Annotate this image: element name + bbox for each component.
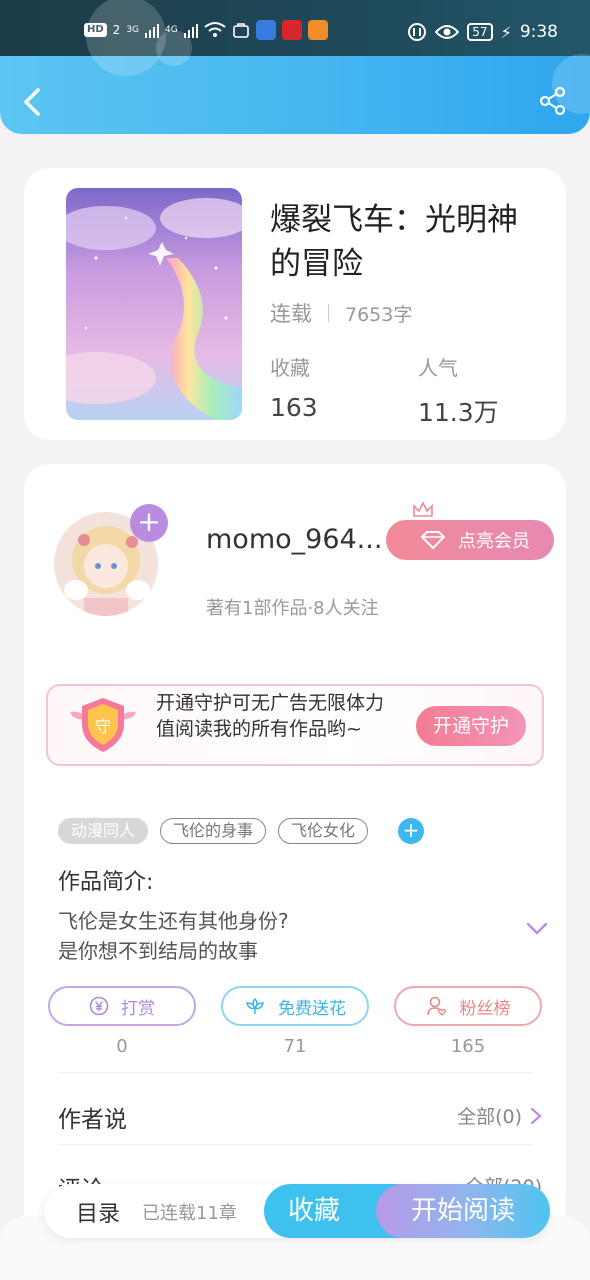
intro-line: 是你想不到结局的故事 <box>58 939 258 963</box>
reward-label: 打赏 <box>121 998 155 1019</box>
table-of-contents-button[interactable]: 目录 <box>76 1196 120 1228</box>
favorites-label: 收藏 <box>270 356 310 380</box>
yen-icon <box>89 996 109 1016</box>
author-card: + momo_964... 点亮会员 著有1部作品·8人关注 守 开通守护可无广… <box>24 464 566 1280</box>
guard-icon-label: 守 <box>95 717 111 736</box>
bottom-action-bar: 目录 已连载11章 收藏 开始阅读 <box>44 1184 550 1238</box>
follow-button[interactable]: + <box>130 504 168 542</box>
reward-action: 打赏 0 <box>48 986 196 1057</box>
send-flower-button[interactable]: 免费送花 <box>221 986 369 1026</box>
author-says-all-label: 全部(0) <box>457 1106 522 1128</box>
shield-icon: 守 <box>70 698 136 752</box>
clock: 9:38 <box>519 22 558 42</box>
add-tag-button[interactable]: + <box>398 818 425 844</box>
fans-count: 165 <box>450 1036 486 1057</box>
meta-divider <box>328 304 329 322</box>
share-icon <box>539 86 566 116</box>
guard-description: 开通守护可无广告无限体力值阅读我的所有作品哟~ <box>156 692 385 740</box>
intro-line: 飞伦是女生还有其他身份? <box>58 909 289 933</box>
intro-text: 飞伦是女生还有其他身份? 是你想不到结局的故事 <box>58 906 289 966</box>
author-says-all-link[interactable]: 全部(0) <box>457 1102 542 1129</box>
book-title: 爆裂飞车：光明神的冒险 <box>270 202 518 282</box>
word-count: 7653字 <box>345 303 413 326</box>
flower-label: 免费送花 <box>278 998 346 1019</box>
fans-label: 粉丝榜 <box>459 998 511 1019</box>
eye-icon <box>435 25 460 39</box>
music-app-icon <box>255 20 276 40</box>
diamond-icon <box>420 531 446 550</box>
chevron-down-icon[interactable] <box>526 922 548 936</box>
share-button[interactable] <box>538 86 568 116</box>
decor-bubble <box>86 0 166 76</box>
action-row: 打赏 0 免费送花 71 粉丝榜 165 <box>48 986 542 1057</box>
author-name[interactable]: momo_964... <box>206 524 396 555</box>
tag-item[interactable]: 动漫同人 <box>58 818 149 844</box>
guard-banner: 守 开通守护可无广告无限体力值阅读我的所有作品哟~ 开通守护 <box>46 684 544 766</box>
user-heart-icon <box>426 996 446 1016</box>
reward-button[interactable]: 打赏 <box>48 986 196 1026</box>
flower-icon <box>246 997 264 1014</box>
status-right: 57 ⚡ 9:38 <box>407 22 558 42</box>
tag-item[interactable]: 飞伦女化 <box>278 818 369 844</box>
fans-ranking-button[interactable]: 粉丝榜 <box>394 986 542 1026</box>
open-guard-button[interactable]: 开通守护 <box>416 706 526 746</box>
tag-item[interactable]: 飞伦的身事 <box>160 818 267 844</box>
intro-title: 作品简介: <box>58 870 154 895</box>
bag-icon <box>232 23 249 38</box>
popularity-label: 人气 <box>418 356 458 380</box>
popularity-stat: 人气 11.3万 <box>418 352 499 429</box>
decor-bubble <box>156 30 192 66</box>
wifi-icon <box>204 22 226 37</box>
flower-action: 免费送花 71 <box>221 986 369 1057</box>
book-status: 连载 <box>270 302 312 326</box>
author-subtitle: 著有1部作品·8人关注 <box>206 598 379 619</box>
book-meta: 连载 7653字 <box>270 298 412 328</box>
flower-count: 71 <box>283 1036 307 1057</box>
nfc-icon <box>408 23 427 41</box>
battery-indicator: 57 <box>467 23 493 41</box>
video-app-icon <box>307 20 328 40</box>
tag-list: 动漫同人 飞伦的身事 飞伦女化 + <box>58 818 425 844</box>
favorites-value: 163 <box>270 393 318 422</box>
reward-count: 0 <box>116 1036 128 1057</box>
back-button[interactable] <box>18 84 48 120</box>
vip-button[interactable]: 点亮会员 <box>386 520 554 560</box>
chevron-left-icon <box>24 88 40 116</box>
chevron-right-icon <box>530 1107 542 1124</box>
vip-button-label: 点亮会员 <box>458 531 530 552</box>
fans-action: 粉丝榜 165 <box>394 986 542 1057</box>
header-band: HD 2 3G 4G 57 ⚡ 9:38 <box>0 0 590 134</box>
charging-icon: ⚡ <box>500 22 512 42</box>
chapter-count: 已连载11章 <box>142 1203 237 1224</box>
book-info-card: 爆裂飞车：光明神的冒险 连载 7653字 收藏 163 人气 11.3万 <box>24 168 566 440</box>
book-cover-image[interactable] <box>66 188 242 420</box>
divider <box>58 1072 534 1073</box>
news-app-icon <box>281 20 302 40</box>
start-reading-button[interactable]: 开始阅读 <box>376 1184 550 1238</box>
popularity-value: 11.3万 <box>418 398 499 427</box>
favorites-stat: 收藏 163 <box>270 352 318 422</box>
crown-icon <box>413 501 433 517</box>
author-says-title: 作者说 <box>58 1107 127 1133</box>
divider <box>58 1144 534 1145</box>
